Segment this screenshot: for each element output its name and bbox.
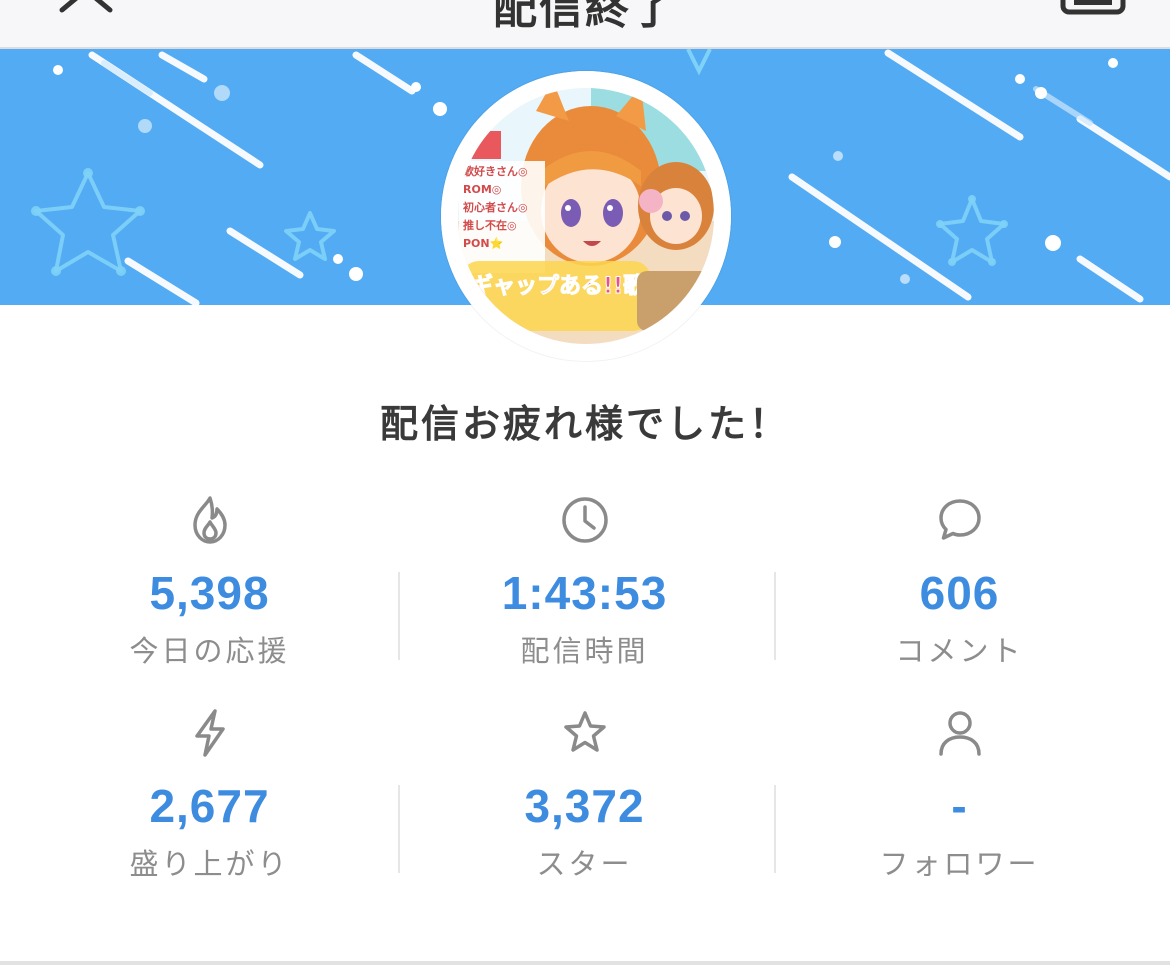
stat-duration: 1:43:53 配信時間 bbox=[397, 488, 772, 701]
lightning-icon bbox=[194, 709, 225, 757]
stat-divider bbox=[774, 785, 776, 873]
stat-comments: 606 コメント bbox=[772, 488, 1147, 701]
stat-followers: - フォロワー bbox=[772, 701, 1147, 914]
page-title: 配信終了 bbox=[493, 0, 677, 34]
stat-divider bbox=[398, 785, 400, 873]
stat-support-value: 5,398 bbox=[149, 567, 270, 619]
comment-icon bbox=[938, 499, 981, 540]
star-icon bbox=[563, 711, 606, 752]
bottom-separator bbox=[0, 961, 1170, 965]
stat-duration-value: 1:43:53 bbox=[501, 567, 668, 619]
streamer-avatar[interactable]: 歌好きさん◎ ROM◎ 初心者さん◎ 推し不在◎ PON⭐ ギャップある!!歌枠 bbox=[441, 71, 731, 361]
keyboard-icon bbox=[1060, 0, 1126, 15]
stat-followers-label: フォロワー bbox=[879, 847, 1040, 881]
top-navigation-bar: 配信終了 bbox=[0, 0, 1170, 49]
avatar-caption-5: PON⭐ bbox=[463, 237, 504, 250]
user-icon bbox=[938, 711, 981, 756]
flame-icon bbox=[192, 496, 227, 544]
avatar-image: 歌好きさん◎ ROM◎ 初心者さん◎ 推し不在◎ PON⭐ ギャップある!!歌枠 bbox=[441, 71, 731, 361]
avatar-caption-3: 初心者さん◎ bbox=[463, 200, 528, 214]
stat-duration-label: 配信時間 bbox=[520, 634, 649, 668]
stat-support: 5,398 今日の応援 bbox=[22, 488, 397, 701]
stat-stars-value: 3,372 bbox=[524, 780, 645, 832]
stat-stars-label: スター bbox=[536, 847, 633, 881]
stat-support-label: 今日の応援 bbox=[129, 634, 290, 668]
stat-excitement: 2,677 盛り上がり bbox=[22, 701, 397, 914]
stat-divider bbox=[398, 572, 400, 660]
avatar-caption-4: 推し不在◎ bbox=[463, 218, 517, 232]
stats-row-2: 2,677 盛り上がり 3,372 スター - フォロワー bbox=[22, 701, 1148, 914]
avatar-caption-2: ROM◎ bbox=[463, 183, 501, 196]
stat-excitement-value: 2,677 bbox=[149, 780, 270, 832]
completion-message: 配信お疲れ様でした！ bbox=[379, 402, 790, 446]
stat-followers-value: - bbox=[951, 780, 968, 832]
stream-stats: 5,398 今日の応援 1:43:53 配信時間 606 コメント 2,677 bbox=[22, 488, 1148, 914]
clock-icon bbox=[561, 497, 608, 543]
stat-stars: 3,372 スター bbox=[397, 701, 772, 914]
keyboard-button[interactable] bbox=[1060, 0, 1126, 16]
stat-excitement-label: 盛り上がり bbox=[129, 847, 290, 881]
stat-comments-label: コメント bbox=[895, 634, 1024, 668]
avatar-caption-1: 歌好きさん◎ bbox=[463, 164, 528, 178]
stat-divider bbox=[774, 572, 776, 660]
stat-comments-value: 606 bbox=[919, 567, 1000, 619]
stats-row-1: 5,398 今日の応援 1:43:53 配信時間 606 コメント bbox=[22, 488, 1148, 701]
